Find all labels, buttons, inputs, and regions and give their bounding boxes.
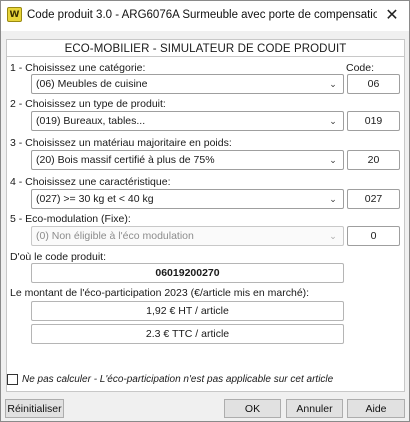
product-code-field: 06019200270 bbox=[31, 263, 344, 283]
material-select[interactable]: (20) Bois massif certifié à plus de 75% … bbox=[31, 150, 344, 170]
characteristic-label: 4 - Choisissez une caractéristique: bbox=[10, 176, 171, 188]
amount-ht-field: 1,92 € HT / article bbox=[31, 301, 344, 321]
dialog-window: W Code produit 3.0 - ARG6076A Surmeuble … bbox=[0, 0, 410, 422]
chevron-down-icon: ⌄ bbox=[329, 115, 337, 126]
characteristic-code-field[interactable]: 027 bbox=[347, 189, 400, 209]
eco-modulation-label: 5 - Eco-modulation (Fixe): bbox=[10, 213, 131, 225]
panel-heading: ECO-MOBILIER - SIMULATEUR DE CODE PRODUI… bbox=[64, 43, 347, 55]
product-type-code-field[interactable]: 019 bbox=[347, 111, 400, 131]
material-select-value: (20) Bois massif certifié à plus de 75% bbox=[36, 154, 215, 166]
amount-label: Le montant de l'éco-participation 2023 (… bbox=[10, 287, 310, 299]
no-calc-checkbox[interactable] bbox=[7, 374, 18, 385]
title-bar[interactable]: W Code produit 3.0 - ARG6076A Surmeuble … bbox=[1, 1, 409, 31]
no-calc-option[interactable]: Ne pas calculer - L'éco-participation n'… bbox=[7, 374, 333, 385]
category-label: 1 - Choisissez une catégorie: bbox=[10, 62, 146, 74]
no-calc-label: Ne pas calculer - L'éco-participation n'… bbox=[22, 374, 334, 385]
heading-divider bbox=[7, 56, 404, 57]
close-button[interactable]: ✕ bbox=[379, 3, 405, 27]
chevron-down-icon: ⌄ bbox=[329, 230, 337, 241]
characteristic-select-value: (027) >= 30 kg et < 40 kg bbox=[36, 193, 154, 205]
category-select-value: (06) Meubles de cuisine bbox=[36, 78, 148, 90]
eco-modulation-select-value: (0) Non éligible à l'éco modulation bbox=[36, 230, 194, 242]
eco-modulation-code-field[interactable]: 0 bbox=[347, 226, 400, 246]
category-select[interactable]: (06) Meubles de cuisine ⌄ bbox=[31, 74, 344, 94]
characteristic-select[interactable]: (027) >= 30 kg et < 40 kg ⌄ bbox=[31, 189, 344, 209]
chevron-down-icon: ⌄ bbox=[329, 154, 337, 165]
window-title: Code produit 3.0 - ARG6076A Surmeuble av… bbox=[27, 9, 377, 21]
amount-ttc-field: 2.3 € TTC / article bbox=[31, 324, 344, 344]
product-type-select-value: (019) Bureaux, tables... bbox=[36, 115, 146, 127]
reset-button[interactable]: Réinitialiser bbox=[5, 399, 64, 418]
app-icon: W bbox=[7, 7, 22, 22]
product-type-select[interactable]: (019) Bureaux, tables... ⌄ bbox=[31, 111, 344, 131]
cancel-button[interactable]: Annuler bbox=[286, 399, 343, 418]
material-code-field[interactable]: 20 bbox=[347, 150, 400, 170]
material-label: 3 - Choisissez un matériau majoritaire e… bbox=[10, 137, 232, 149]
product-type-label: 2 - Choisissez un type de produit: bbox=[10, 98, 166, 110]
ok-button[interactable]: OK bbox=[224, 399, 281, 418]
eco-modulation-select: (0) Non éligible à l'éco modulation ⌄ bbox=[31, 226, 344, 246]
help-button[interactable]: Aide bbox=[347, 399, 405, 418]
product-code-label: D'où le code produit: bbox=[10, 251, 106, 263]
chevron-down-icon: ⌄ bbox=[329, 193, 337, 204]
chevron-down-icon: ⌄ bbox=[329, 78, 337, 89]
simulator-panel: ECO-MOBILIER - SIMULATEUR DE CODE PRODUI… bbox=[6, 39, 405, 392]
code-header: Code: bbox=[346, 62, 375, 74]
close-icon: ✕ bbox=[385, 7, 399, 24]
category-code-field[interactable]: 06 bbox=[347, 74, 400, 94]
